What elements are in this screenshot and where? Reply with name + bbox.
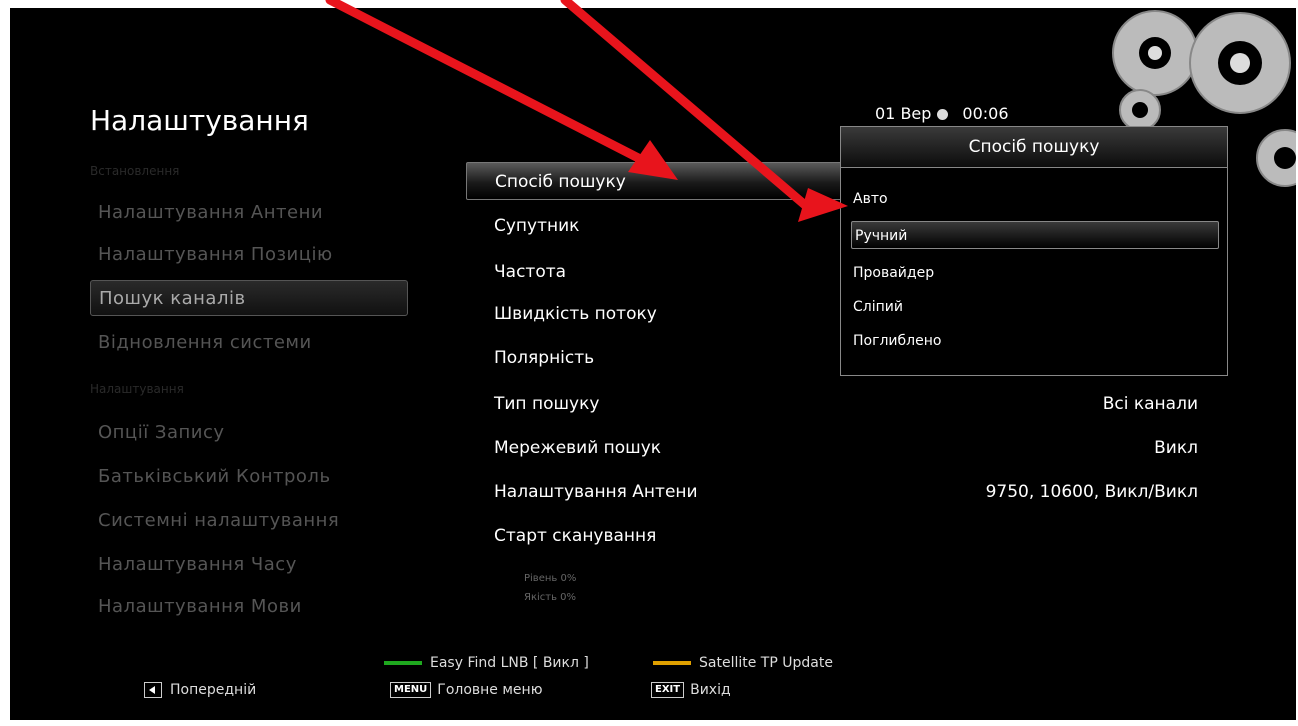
annotation-arrow-line [325,0,657,170]
annotation-arrows [325,0,848,222]
annotation-arrow-line [560,0,810,210]
annotation-arrowhead-icon [798,188,848,222]
